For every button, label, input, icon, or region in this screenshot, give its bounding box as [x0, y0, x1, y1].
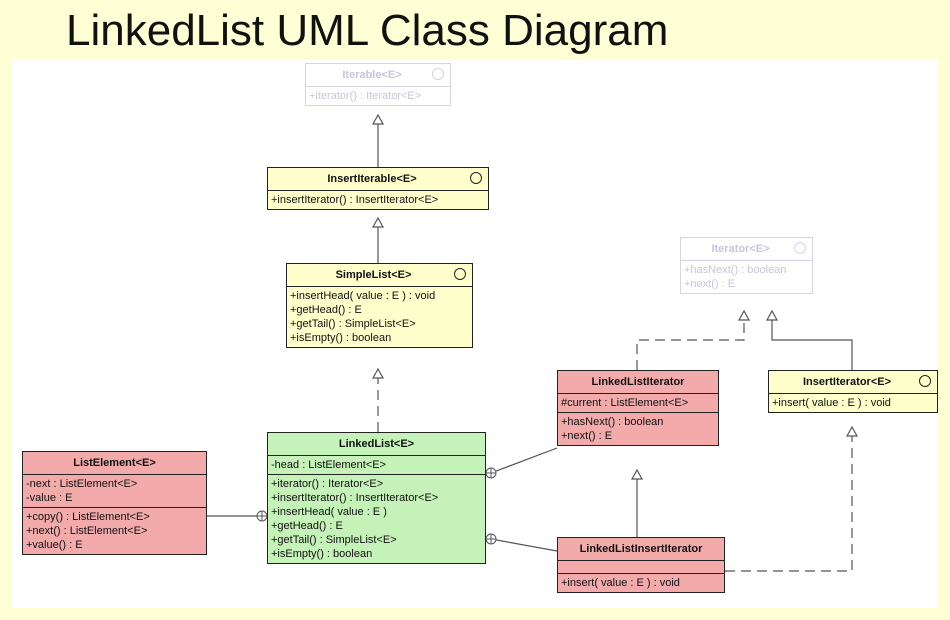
class-name: InsertIterator<E>: [802, 376, 892, 388]
nesting-anchor-listelement: [256, 510, 268, 522]
uml-member: +hasNext() : boolean: [684, 264, 787, 276]
uml-member: +isEmpty() : boolean: [271, 548, 373, 560]
hollow-arrowhead: [737, 309, 751, 321]
interface-circle-icon: [919, 375, 931, 387]
uml-member: +insertIterator() : InsertIterator<E>: [271, 492, 439, 504]
methods-section: +iterator() : Iterator<E>: [306, 87, 450, 105]
hollow-arrowhead: [371, 113, 385, 125]
interface-circle-icon: [454, 268, 466, 280]
uml-member: +getTail() : SimpleList<E>: [290, 318, 416, 330]
nesting-anchor-insertiterator: [485, 533, 497, 545]
class-insertiterable: InsertIterable<E> +insertIterator() : In…: [267, 167, 489, 210]
uml-member: +insertHead( value : E ): [271, 506, 387, 518]
hollow-arrowhead: [371, 367, 385, 379]
interface-circle-icon: [432, 68, 444, 80]
uml-member: +next() : ListElement<E>: [26, 525, 148, 537]
methods-section: +insert( value : E ) : void: [769, 394, 937, 412]
uml-member: -value : E: [26, 492, 73, 504]
methods-section: +hasNext() : boolean +next() : E: [558, 413, 718, 445]
uml-member: -head : ListElement<E>: [271, 459, 386, 471]
nesting-insertiter-linkedlist: [490, 538, 558, 552]
uml-member: +isEmpty() : boolean: [290, 332, 392, 344]
uml-member: +iterator() : Iterator<E>: [271, 478, 384, 490]
hollow-arrowhead: [845, 425, 859, 437]
methods-section: +insert( value : E ) : void: [558, 574, 724, 592]
class-name: Iterator<E>: [711, 243, 770, 255]
uml-member: +getHead() : E: [290, 304, 362, 316]
hollow-arrowhead: [630, 468, 644, 480]
uml-member: -next : ListElement<E>: [26, 478, 138, 490]
fields-section: #current : ListElement<E>: [558, 394, 718, 413]
class-name: LinkedListInsertIterator: [579, 543, 703, 555]
uml-member: +insertHead( value : E ) : void: [290, 290, 436, 302]
hollow-arrowhead: [765, 309, 779, 321]
fields-section: -next : ListElement<E> -value : E: [23, 475, 206, 508]
methods-section: +insertHead( value : E ) : void +getHead(…: [287, 287, 472, 347]
realization-linkedlistiterator-iterator: [636, 320, 745, 370]
class-linkedlistinsertiterator: LinkedListInsertIterator +insert( value …: [557, 537, 725, 593]
methods-section: +hasNext() : boolean +next() : E: [681, 261, 812, 293]
nesting-linkedlistiterator-linkedlist: [490, 447, 558, 474]
uml-member: #current : ListElement<E>: [561, 397, 689, 409]
fields-section: -head : ListElement<E>: [268, 456, 485, 475]
methods-section: +copy() : ListElement<E> +next() : ListEl…: [23, 508, 206, 554]
uml-member: +getTail() : SimpleList<E>: [271, 534, 397, 546]
class-name: LinkedListIterator: [591, 376, 685, 388]
methods-section: +insertIterator() : InsertIterator<E>: [268, 191, 488, 209]
generalization-insertiterator-iterator: [771, 320, 853, 370]
class-name: LinkedList<E>: [338, 438, 415, 450]
methods-section: +iterator() : Iterator<E> +insertIterator…: [268, 475, 485, 563]
uml-member: +iterator() : Iterator<E>: [309, 90, 422, 102]
class-insertiterator: InsertIterator<E> +insert( value : E ) :…: [768, 370, 938, 413]
class-name: ListElement<E>: [73, 457, 156, 469]
fields-section: [558, 561, 724, 574]
hollow-arrowhead: [371, 216, 385, 228]
class-listelement: ListElement<E> -next : ListElement<E> -va…: [22, 451, 207, 555]
uml-member: +next() : E: [684, 278, 736, 290]
class-linkedlistiterator: LinkedListIterator #current : ListElemen…: [557, 370, 719, 446]
nesting-anchor-iterator: [485, 467, 497, 479]
class-name: Iterable<E>: [342, 69, 402, 81]
class-simplelist: SimpleList<E> +insertHead( value : E ) :…: [286, 263, 473, 348]
class-linkedlist: LinkedList<E> -head : ListElement<E> +it…: [267, 432, 486, 564]
class-name: InsertIterable<E>: [327, 173, 417, 185]
uml-member: +next() : E: [561, 430, 613, 442]
interface-circle-icon: [794, 242, 806, 254]
uml-member: +insert( value : E ) : void: [561, 577, 680, 589]
class-name: SimpleList<E>: [335, 269, 412, 281]
uml-member: +copy() : ListElement<E>: [26, 511, 150, 523]
class-iterator: Iterator<E> +hasNext() : boolean +next() …: [680, 237, 813, 294]
uml-member: +insertIterator() : InsertIterator<E>: [271, 194, 439, 206]
uml-member: +value() : E: [26, 539, 83, 551]
class-iterable: Iterable<E> +iterator() : Iterator<E>: [305, 63, 451, 106]
uml-member: +hasNext() : boolean: [561, 416, 664, 428]
uml-member: +insert( value : E ) : void: [772, 397, 891, 409]
interface-circle-icon: [470, 172, 482, 184]
uml-member: +getHead() : E: [271, 520, 343, 532]
realization-insertiter-insertiterator: [725, 436, 853, 572]
